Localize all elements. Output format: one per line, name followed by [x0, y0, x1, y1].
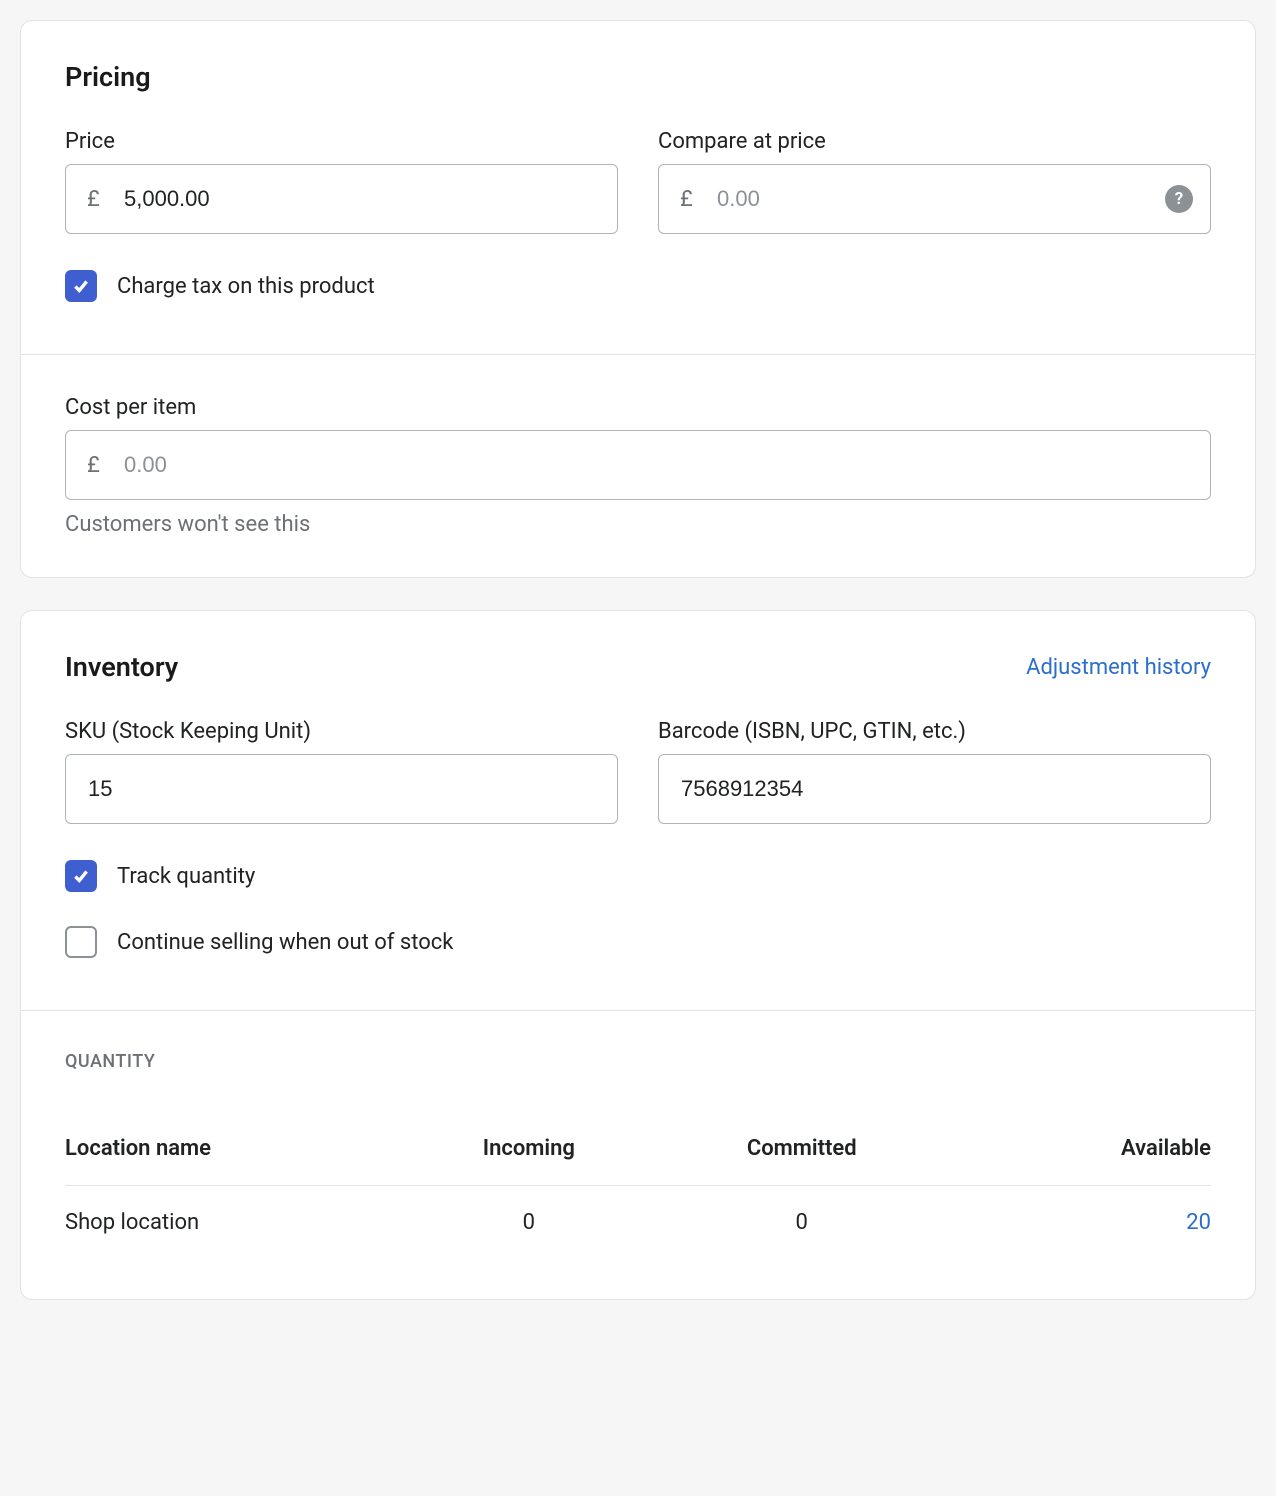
th-location: Location name — [65, 1136, 392, 1161]
table-header-row: Location name Incoming Committed Availab… — [65, 1112, 1211, 1186]
track-quantity-row[interactable]: Track quantity — [65, 860, 1211, 892]
th-committed: Committed — [665, 1136, 938, 1161]
inventory-card: Inventory Adjustment history SKU (Stock … — [20, 610, 1256, 1300]
adjustment-history-link[interactable]: Adjustment history — [1026, 655, 1211, 680]
compare-price-input[interactable] — [658, 164, 1211, 234]
inventory-checkbox-group: Track quantity Continue selling when out… — [65, 860, 1211, 970]
track-quantity-label: Track quantity — [117, 864, 255, 889]
cost-helper-text: Customers won't see this — [65, 512, 1211, 537]
sku-label: SKU (Stock Keeping Unit) — [65, 719, 618, 744]
price-input[interactable] — [65, 164, 618, 234]
th-available: Available — [938, 1136, 1211, 1161]
td-committed: 0 — [665, 1210, 938, 1235]
sku-barcode-row: SKU (Stock Keeping Unit) Barcode (ISBN, … — [65, 719, 1211, 824]
price-label: Price — [65, 129, 618, 154]
sku-input[interactable] — [65, 754, 618, 824]
pricing-card: Pricing Price £ Compare at price £ ? — [20, 20, 1256, 578]
quantity-section: QUANTITY Location name Incoming Committe… — [21, 1010, 1255, 1299]
pricing-main-section: Pricing Price £ Compare at price £ ? — [21, 21, 1255, 354]
inventory-title: Inventory — [65, 651, 178, 683]
td-location: Shop location — [65, 1210, 392, 1235]
th-incoming: Incoming — [392, 1136, 665, 1161]
price-field: Price £ — [65, 129, 618, 234]
barcode-input[interactable] — [658, 754, 1211, 824]
help-icon[interactable]: ? — [1165, 185, 1193, 213]
track-quantity-checkbox[interactable] — [65, 860, 97, 892]
continue-selling-label: Continue selling when out of stock — [117, 930, 453, 955]
compare-price-label: Compare at price — [658, 129, 1211, 154]
compare-price-input-wrap: £ ? — [658, 164, 1211, 234]
cost-input[interactable] — [65, 430, 1211, 500]
barcode-label: Barcode (ISBN, UPC, GTIN, etc.) — [658, 719, 1211, 744]
td-available: 20 — [938, 1210, 1211, 1235]
cost-field: Cost per item £ Customers won't see this — [65, 395, 1211, 537]
barcode-field: Barcode (ISBN, UPC, GTIN, etc.) — [658, 719, 1211, 824]
price-input-wrap: £ — [65, 164, 618, 234]
td-incoming: 0 — [392, 1210, 665, 1235]
charge-tax-label: Charge tax on this product — [117, 274, 375, 299]
quantity-table: Location name Incoming Committed Availab… — [65, 1112, 1211, 1259]
pricing-row: Price £ Compare at price £ ? — [65, 129, 1211, 234]
cost-section: Cost per item £ Customers won't see this — [21, 354, 1255, 577]
continue-selling-row[interactable]: Continue selling when out of stock — [65, 926, 1211, 958]
cost-label: Cost per item — [65, 395, 1211, 420]
compare-price-field: Compare at price £ ? — [658, 129, 1211, 234]
inventory-header: Inventory Adjustment history — [65, 651, 1211, 683]
continue-selling-checkbox[interactable] — [65, 926, 97, 958]
pricing-title: Pricing — [65, 61, 1211, 93]
cost-input-wrap: £ — [65, 430, 1211, 500]
charge-tax-row[interactable]: Charge tax on this product — [65, 270, 1211, 302]
quantity-heading: QUANTITY — [65, 1051, 1211, 1072]
available-link[interactable]: 20 — [1186, 1210, 1211, 1235]
charge-tax-checkbox[interactable] — [65, 270, 97, 302]
sku-field: SKU (Stock Keeping Unit) — [65, 719, 618, 824]
inventory-main-section: Inventory Adjustment history SKU (Stock … — [21, 611, 1255, 1010]
table-row: Shop location 0 0 20 — [65, 1186, 1211, 1259]
